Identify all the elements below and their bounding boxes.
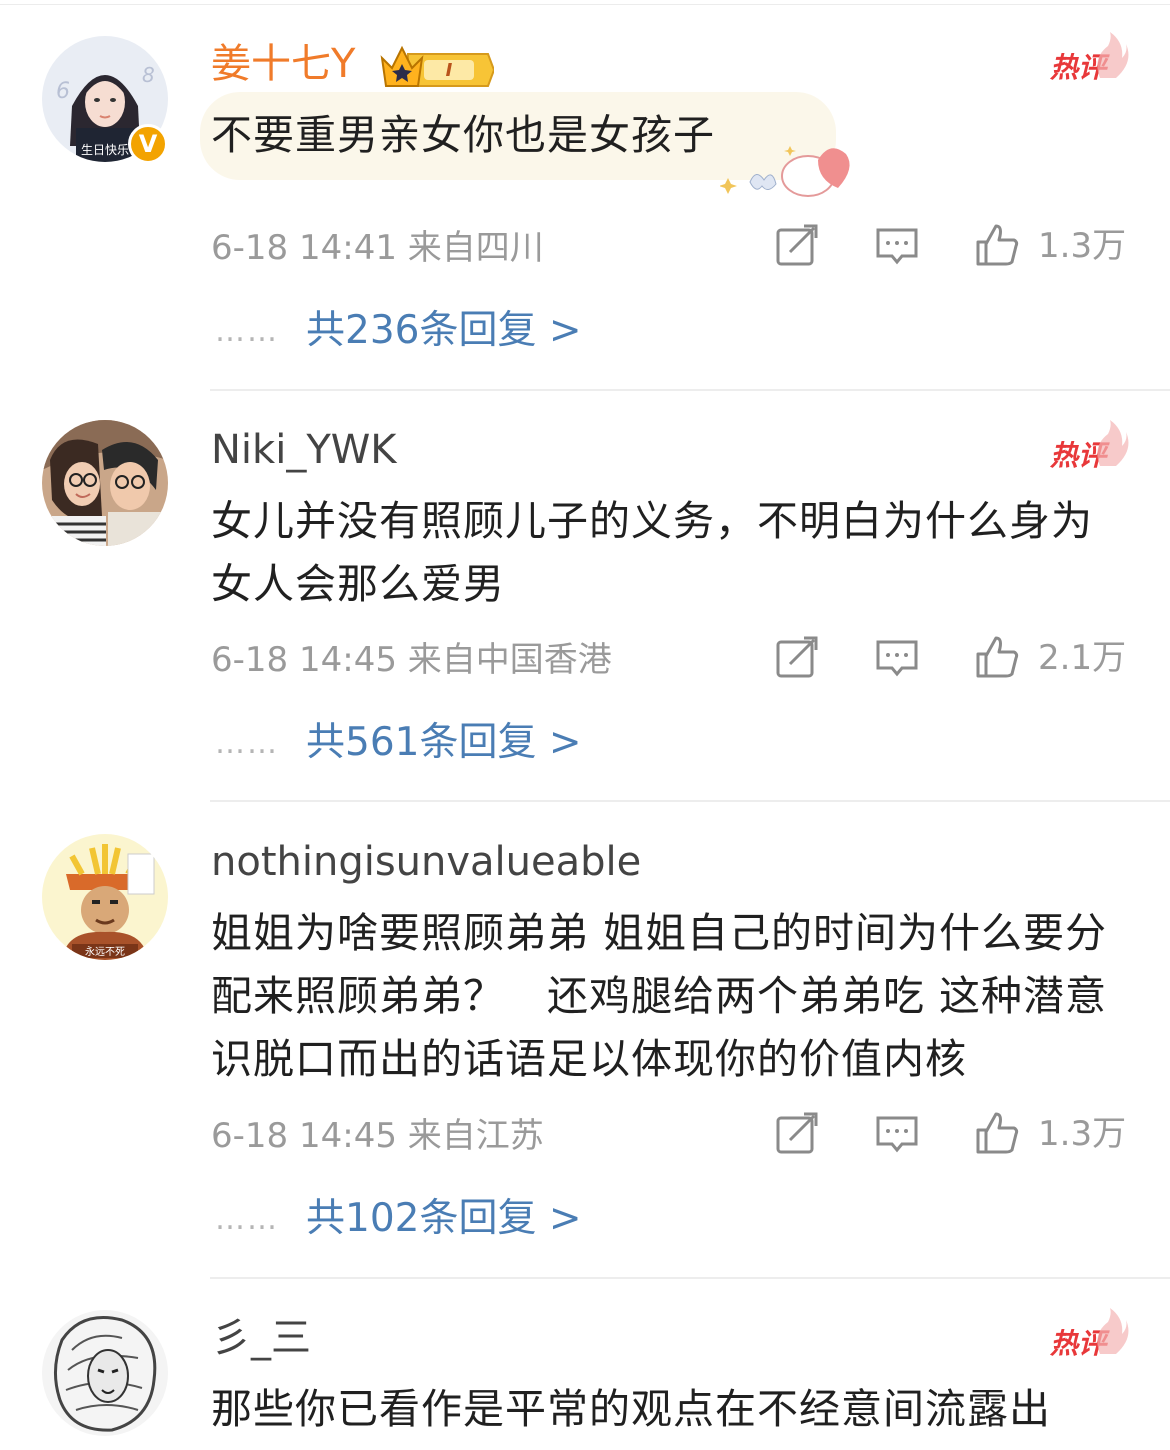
comment-icon[interactable] [874,634,920,680]
like-icon[interactable] [974,634,1020,680]
svg-text:8: 8 [142,63,155,87]
comment-actions: 1.3万 [770,1110,1130,1160]
comment-divider [210,389,1170,391]
comment-divider [210,1277,1170,1279]
repost-icon[interactable] [774,634,820,680]
comment-meta: 6-18 14:45 来自江苏 [211,1116,544,1156]
avatar[interactable] [42,420,168,546]
level-text: I [446,60,453,81]
view-replies-link[interactable]: 共561条回复 > [306,718,582,768]
comment-text: 那些你已看作是平常的观点在不经意间流露出 [211,1385,1051,1433]
hot-comment-badge: 热评 [1050,1308,1129,1360]
top-divider [0,4,1170,5]
flame-icon [1097,32,1129,78]
comment-text: 姐姐为啥要照顾弟弟 姐姐自己的时间为什么要分配来照顾弟弟？ 还鸡腿给两个弟弟吃 … [211,909,1108,1083]
reply-dots: …… [215,726,279,761]
comment-text: 女儿并没有照顾儿子的义务，不明白为什么身为女人会那么爱男 [211,497,1093,608]
like-icon[interactable] [974,1110,1020,1156]
hot-comment-badge: 热评 [1050,420,1129,472]
comment-divider [210,800,1170,802]
view-replies-link[interactable]: 共236条回复 > [306,306,582,356]
flame-icon [1097,1308,1129,1354]
view-replies-link[interactable]: 共102条回复 > [306,1194,582,1244]
reply-dots: …… [215,314,279,349]
comment-text: 不要重男亲女你也是女孩子 [211,111,715,159]
comment-meta: 6-18 14:41 来自四川 [211,228,544,268]
avatar-caption: 生日快乐 [81,143,129,157]
comment-actions: 1.3万 [770,222,1130,272]
comment-actions: 2.1万 [770,634,1130,684]
avatar-caption: 永远不死 [85,945,125,958]
avatar[interactable]: 永远不死 [42,834,168,960]
username[interactable]: nothingisunvalueable [211,838,641,886]
comment-icon[interactable] [874,1110,920,1156]
level-badge[interactable]: I [378,40,496,90]
like-count: 1.3万 [1038,226,1127,266]
avatar[interactable] [42,1310,168,1436]
like-count: 2.1万 [1038,638,1127,678]
repost-icon[interactable] [774,1110,820,1156]
comment-icon[interactable] [874,222,920,268]
username[interactable]: Niki_YWK [211,426,397,474]
comment-meta: 6-18 14:45 来自中国香港 [211,640,612,680]
like-icon[interactable] [974,222,1020,268]
username[interactable]: 彡_三 [211,1314,311,1362]
like-count: 1.3万 [1038,1114,1127,1154]
reply-dots: …… [215,1202,279,1237]
flame-icon [1097,420,1129,466]
verified-badge: V [128,124,168,164]
repost-icon[interactable] [774,222,820,268]
svg-text:6: 6 [56,79,70,104]
username[interactable]: 姜十七Y [211,40,355,88]
hot-comment-badge: 热评 [1050,32,1129,84]
